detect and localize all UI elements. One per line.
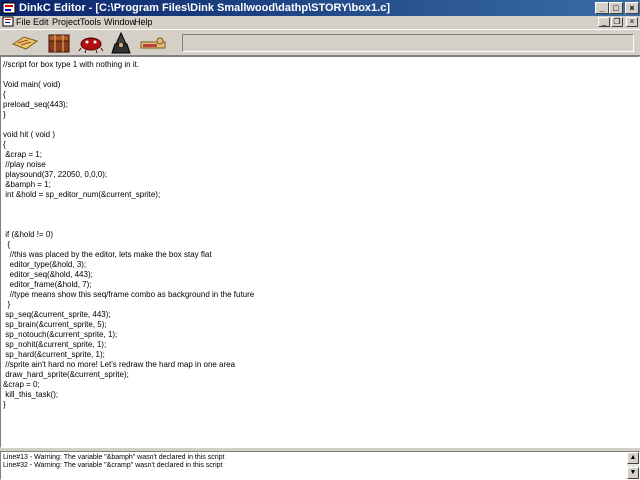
code-line: void hit ( void ) [3, 130, 56, 139]
menu-file[interactable]: File [16, 16, 31, 28]
code-line: sp_seq(&current_sprite, 443); [3, 310, 111, 319]
menu-help[interactable]: Help [134, 16, 153, 28]
code-line: } [3, 400, 6, 409]
code-line: sp_nohit(&current_sprite, 1); [3, 340, 107, 349]
window-title: DinkC Editor - [C:\Program Files\Dink Sm… [19, 2, 390, 14]
child-restore-button[interactable]: ❐ [611, 17, 623, 27]
child-close-button[interactable]: × [626, 17, 638, 27]
code-line: { [3, 140, 6, 149]
menu-project[interactable]: Project [52, 16, 80, 28]
output-message[interactable]: Line#32 - Warning: The variable "&cramp"… [3, 462, 224, 470]
close-button[interactable]: × [625, 2, 639, 14]
menu-bar: File Edit Project Tools Window Help _ ❐ … [0, 16, 640, 28]
output-scrollbar[interactable]: ▲ ▼ [627, 452, 639, 479]
map-scroll-icon[interactable] [10, 32, 40, 54]
code-line: { [3, 90, 6, 99]
code-line: //sprite ain't hard no more! Let's redra… [3, 360, 236, 369]
toolbar-status-field [182, 34, 634, 52]
code-line: int &hold = sp_editor_num(&current_sprit… [3, 190, 161, 199]
output-message[interactable]: Line#13 - Warning: The variable "&bamph"… [3, 454, 224, 462]
menu-tools[interactable]: Tools [80, 16, 101, 28]
treasure-chest-icon[interactable] [44, 32, 74, 54]
code-editor[interactable]: //script for box type 1 with nothing in … [0, 56, 640, 448]
maximize-button[interactable]: □ [609, 2, 623, 14]
title-bar[interactable]: DinkC Editor - [C:\Program Files\Dink Sm… [0, 0, 640, 16]
code-line: if (&hold != 0) [3, 230, 54, 239]
code-line: sp_hard(&current_sprite, 1); [3, 350, 105, 359]
code-line: sp_notouch(&current_sprite, 1); [3, 330, 118, 339]
code-line: { [3, 240, 11, 249]
output-pane: Line#13 - Warning: The variable "&bamph"… [0, 451, 640, 480]
code-line: editor_type(&hold, 3); [3, 260, 87, 269]
code-line: preload_seq(443); [3, 100, 68, 109]
code-line: editor_frame(&hold, 7); [3, 280, 92, 289]
output-messages: Line#13 - Warning: The variable "&bamph"… [3, 454, 224, 470]
code-line: &crap = 0; [3, 380, 40, 389]
code-line: sp_brain(&current_sprite, 5); [3, 320, 107, 329]
red-creature-icon[interactable] [76, 32, 106, 54]
code-text[interactable]: //script for box type 1 with nothing in … [3, 60, 254, 410]
code-line: } [3, 300, 11, 309]
menu-edit[interactable]: Edit [33, 16, 49, 28]
minimize-button[interactable]: _ [595, 2, 609, 14]
wizard-icon[interactable] [106, 32, 136, 54]
code-line: kill_this_task(); [3, 390, 59, 399]
code-line: playsound(37, 22050, 0,0,0); [3, 170, 108, 179]
code-line: } [3, 110, 6, 119]
scroll-up-icon[interactable]: ▲ [627, 452, 639, 464]
code-line: //play noise [3, 160, 46, 169]
scroll-down-icon[interactable]: ▼ [627, 467, 639, 479]
code-line: //type means show this seq/frame combo a… [3, 290, 255, 299]
code-line: draw_hard_sprite(&current_sprite); [3, 370, 129, 379]
code-line: Void main( void) [3, 80, 61, 89]
code-line: &bamph = 1; [3, 180, 51, 189]
code-line: &crap = 1; [3, 150, 42, 159]
sleeping-figure-icon[interactable] [138, 32, 168, 54]
menu-window[interactable]: Window [104, 16, 136, 28]
app-icon [2, 2, 16, 14]
code-line: //this was placed by the editor, lets ma… [3, 250, 212, 259]
toolbar [0, 29, 640, 56]
child-minimize-button[interactable]: _ [598, 17, 610, 27]
code-line: editor_seq(&hold, 443); [3, 270, 93, 279]
code-line: //script for box type 1 with nothing in … [3, 60, 140, 69]
document-icon[interactable] [2, 16, 14, 27]
